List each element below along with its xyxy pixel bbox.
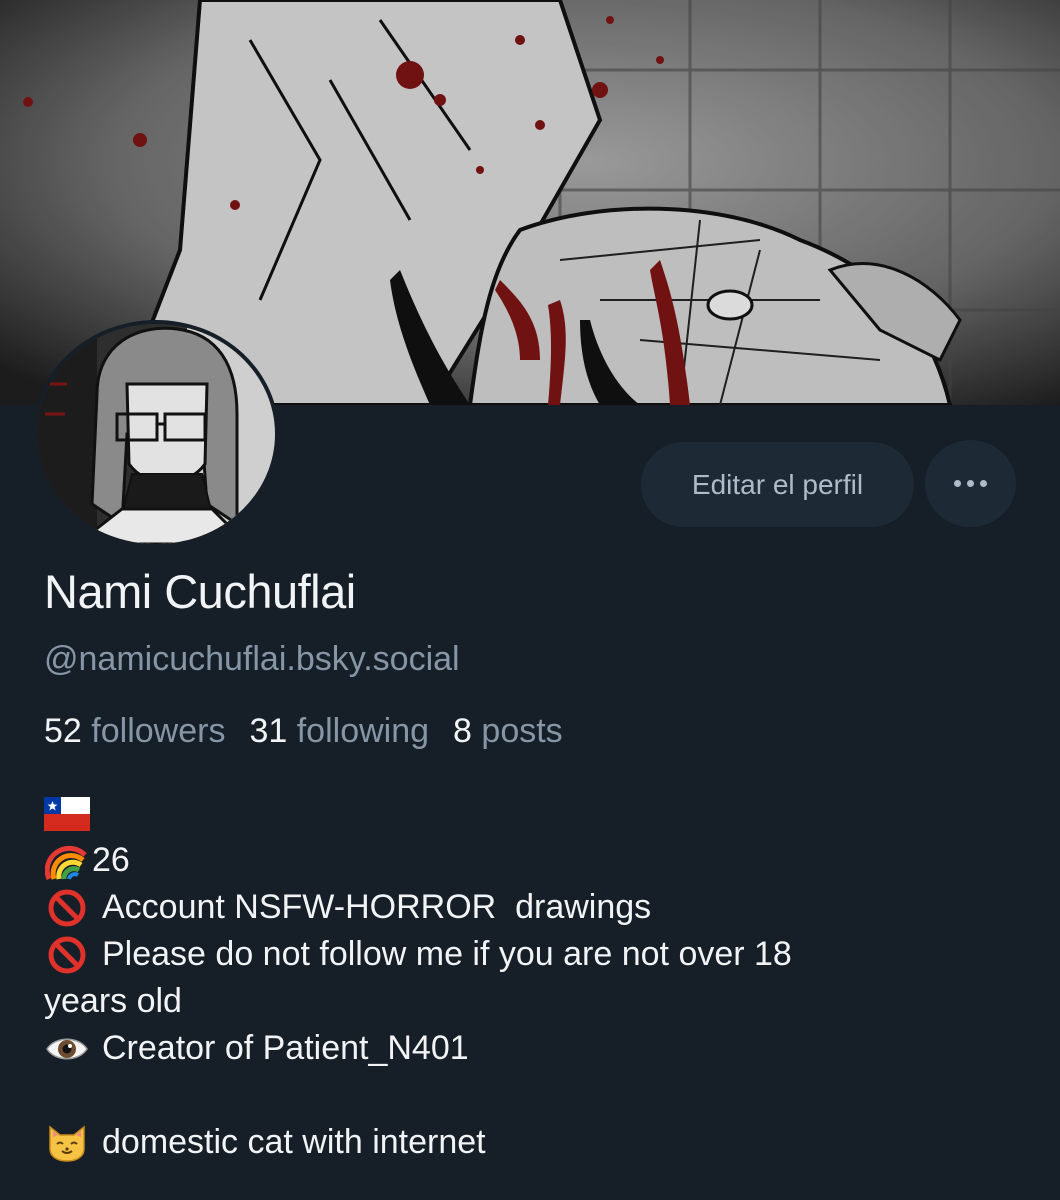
bio-creator-text: Creator of Patient_N401 (102, 1029, 469, 1067)
chile-flag-icon (44, 794, 90, 834)
bio-nsfw-text: Account NSFW-HORROR drawings (102, 888, 652, 926)
bio-age-text: 26 (92, 841, 130, 879)
bio-line-age: 26 (44, 837, 1004, 884)
profile-stats: 52 followers 31 following 8 posts (44, 712, 563, 751)
bio-follow-text: Please do not follow me if you are not o… (102, 935, 792, 973)
followers-label: followers (91, 712, 226, 750)
profile-page: Editar el perfil Nami Cuchuflai @namicuc… (0, 0, 1060, 1200)
bio-line-nsfw: Account NSFW-HORROR drawings (44, 884, 1004, 931)
display-name: Nami Cuchuflai (44, 565, 356, 618)
bio-line-follow: Please do not follow me if you are not o… (44, 931, 1004, 978)
rainbow-icon (44, 841, 90, 881)
ellipsis-icon (954, 480, 987, 487)
posts-count: 8 (453, 712, 472, 750)
avatar-artwork (37, 324, 275, 544)
bio-line-creator: Creator of Patient_N401 (44, 1025, 1004, 1072)
followers-count: 52 (44, 712, 82, 750)
bio-cat-text: domestic cat with internet (102, 1123, 486, 1161)
avatar[interactable] (33, 320, 279, 548)
bio-line-flag (44, 790, 1004, 837)
more-options-button[interactable] (925, 440, 1016, 527)
followers-stat[interactable]: 52 followers (44, 712, 225, 751)
bio-line-follow-cont: years old (44, 982, 182, 1020)
prohibited-icon (44, 888, 90, 928)
following-count: 31 (249, 712, 288, 750)
profile-handle[interactable]: @namicuchuflai.bsky.social (44, 640, 460, 679)
prohibited-icon (44, 935, 90, 975)
edit-profile-button[interactable]: Editar el perfil (641, 442, 914, 527)
bio-line-cat: domestic cat with internet (44, 1119, 1004, 1166)
posts-label: posts (481, 712, 563, 750)
following-label: following (296, 712, 430, 750)
eye-icon (44, 1029, 90, 1069)
bio-blank-line (44, 1072, 1004, 1119)
profile-bio: 26 Account NSFW-HORROR drawings Please d… (44, 790, 1004, 1166)
cat-face-icon (44, 1123, 90, 1163)
following-stat[interactable]: 31 following (249, 712, 429, 751)
posts-stat: 8 posts (453, 712, 563, 751)
